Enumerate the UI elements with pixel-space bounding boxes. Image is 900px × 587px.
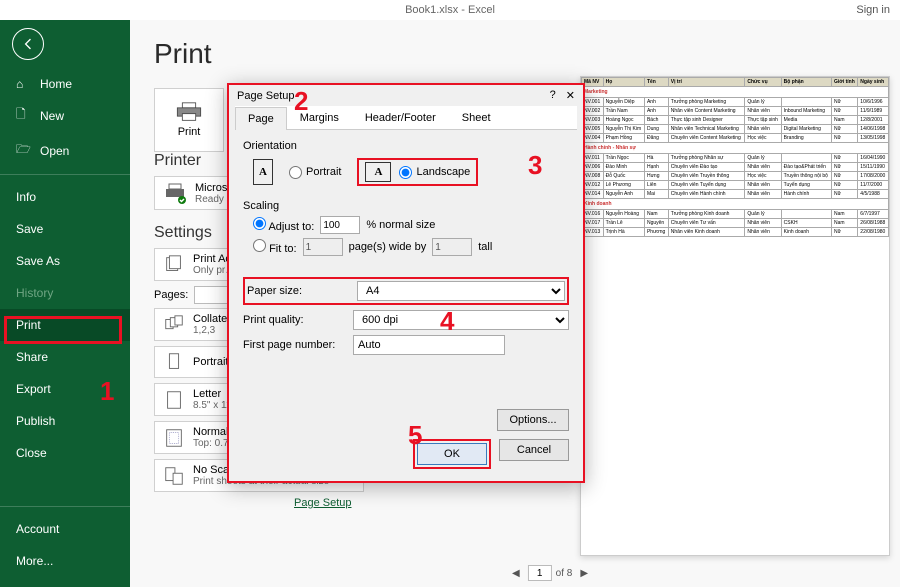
back-button[interactable] bbox=[12, 28, 44, 60]
sidebar-publish[interactable]: Publish bbox=[0, 405, 130, 437]
sidebar-more[interactable]: More... bbox=[0, 545, 130, 577]
sidebar-saveas[interactable]: Save As bbox=[0, 245, 130, 277]
adjust-percent-input[interactable] bbox=[320, 216, 360, 234]
anno-3: 3 bbox=[528, 150, 542, 181]
pages-from-input[interactable] bbox=[194, 286, 228, 304]
tab-header-footer[interactable]: Header/Footer bbox=[352, 106, 449, 129]
paper-size-select[interactable]: A4 bbox=[357, 281, 565, 301]
sidebar-new[interactable]: 🗋New bbox=[0, 98, 130, 133]
prev-page-arrow[interactable]: ◀ bbox=[508, 568, 524, 579]
preview-pager: ◀ of 8 ▶ bbox=[508, 565, 592, 581]
sidebar-home[interactable]: ⌂Home bbox=[0, 70, 130, 98]
scaling-label: Scaling bbox=[243, 200, 569, 212]
next-page-arrow[interactable]: ▶ bbox=[576, 568, 592, 579]
options-button[interactable]: Options... bbox=[497, 409, 569, 431]
print-preview: Mã NVHọTênVị tríChức vụBộ phậnGiới tínhN… bbox=[580, 76, 890, 556]
print-quality-select[interactable]: 600 dpi bbox=[353, 310, 569, 330]
portrait-icon bbox=[163, 351, 185, 373]
fit-tall-input[interactable] bbox=[432, 238, 472, 256]
dialog-tabs: Page Margins Header/Footer Sheet bbox=[235, 106, 577, 130]
anno-2: 2 bbox=[294, 86, 308, 117]
dialog-help-button[interactable]: ? bbox=[550, 89, 556, 102]
sidebar-print[interactable]: Print bbox=[0, 309, 130, 341]
collated-icon bbox=[163, 314, 185, 336]
sidebar-account[interactable]: Account bbox=[0, 513, 130, 545]
tab-page[interactable]: Page bbox=[235, 107, 287, 130]
tab-sheet[interactable]: Sheet bbox=[449, 106, 504, 129]
radio-fit-to[interactable]: Fit to: bbox=[253, 239, 297, 255]
scaling-icon bbox=[163, 465, 185, 487]
backstage-sidebar: ⌂Home 🗋New 🗁Open Info Save Save As Histo… bbox=[0, 20, 130, 587]
first-page-input[interactable] bbox=[353, 335, 505, 355]
arrow-left-icon bbox=[20, 36, 36, 52]
portrait-preview-icon: A bbox=[253, 159, 273, 185]
fit-wide-input[interactable] bbox=[303, 238, 343, 256]
radio-adjust-to[interactable]: Adjust to: bbox=[253, 217, 314, 233]
orientation-label: Orientation bbox=[243, 140, 569, 152]
margins-icon bbox=[163, 427, 185, 449]
anno-5: 5 bbox=[408, 420, 422, 451]
ok-button[interactable]: OK bbox=[417, 443, 487, 465]
print-button[interactable]: Print bbox=[154, 88, 224, 152]
sidebar-save[interactable]: Save bbox=[0, 213, 130, 245]
page-number-input[interactable] bbox=[528, 565, 552, 581]
page-setup-dialog: Page Setup ? ✕ Page Margins Header/Foote… bbox=[227, 83, 585, 483]
paper-icon bbox=[163, 389, 185, 411]
sidebar-info[interactable]: Info bbox=[0, 181, 130, 213]
landscape-preview-icon: A bbox=[365, 162, 391, 182]
radio-landscape[interactable]: Landscape bbox=[399, 166, 470, 179]
sidebar-open[interactable]: 🗁Open bbox=[0, 133, 130, 168]
signin-link[interactable]: Sign in bbox=[856, 4, 890, 16]
app-title: Book1.xlsx - Excel bbox=[405, 4, 495, 16]
radio-portrait[interactable]: Portrait bbox=[289, 166, 341, 179]
sidebar-close[interactable]: Close bbox=[0, 437, 130, 469]
dialog-close-button[interactable]: ✕ bbox=[566, 89, 575, 102]
paper-size-row: Paper size: A4 bbox=[243, 277, 569, 305]
sidebar-history: History bbox=[0, 277, 130, 309]
sidebar-share[interactable]: Share bbox=[0, 341, 130, 373]
anno-1: 1 bbox=[100, 376, 114, 407]
printer-icon bbox=[175, 102, 203, 122]
cancel-button[interactable]: Cancel bbox=[499, 439, 569, 461]
sheets-icon bbox=[163, 254, 185, 276]
print-quality-row: Print quality: 600 dpi bbox=[243, 310, 569, 330]
dialog-title: Page Setup bbox=[237, 90, 295, 102]
preview-table: Mã NVHọTênVị tríChức vụBộ phậnGiới tínhN… bbox=[581, 77, 889, 237]
titlebar: Book1.xlsx - Excel Sign in bbox=[0, 0, 900, 20]
page-title: Print bbox=[154, 38, 900, 70]
anno-4: 4 bbox=[440, 306, 454, 337]
first-page-row: First page number: bbox=[243, 335, 569, 355]
printer-ready-icon bbox=[163, 181, 187, 205]
